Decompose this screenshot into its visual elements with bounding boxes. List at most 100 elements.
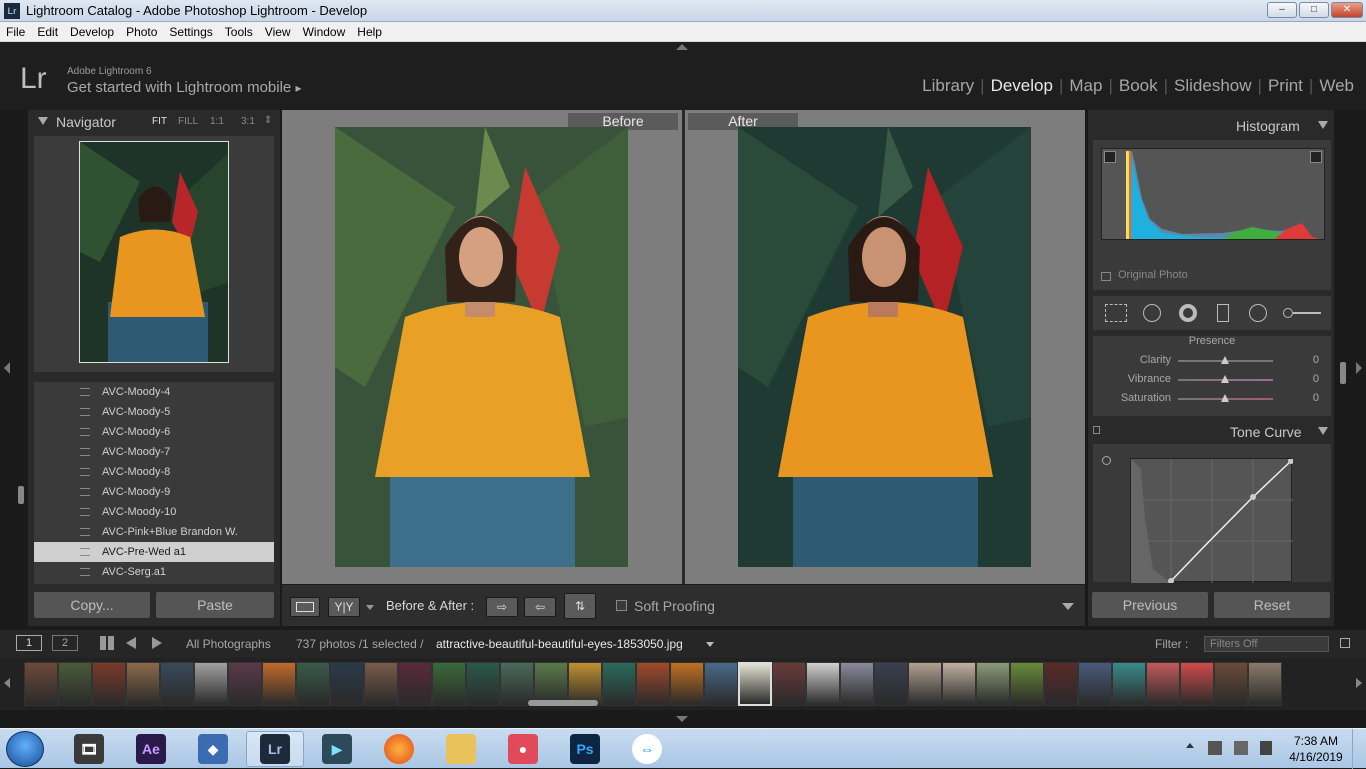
tone-curve-graph[interactable] bbox=[1130, 458, 1294, 584]
reset-button[interactable]: Reset bbox=[1214, 592, 1330, 618]
menu-settings[interactable]: Settings bbox=[163, 22, 218, 40]
tone-curve-toggle[interactable] bbox=[1093, 426, 1100, 434]
show-desktop-button[interactable] bbox=[1352, 729, 1366, 769]
view-mode-dropdown-icon[interactable] bbox=[366, 605, 374, 610]
file-explorer-icon[interactable] bbox=[446, 734, 476, 764]
module-book[interactable]: Book bbox=[1113, 76, 1164, 95]
menu-view[interactable]: View bbox=[259, 22, 297, 40]
filmstrip-thumbnail[interactable] bbox=[704, 662, 738, 706]
clarity-slider-row[interactable]: Clarity 0 bbox=[1093, 352, 1331, 371]
filmstrip-thumbnail[interactable] bbox=[330, 662, 364, 706]
maximize-button[interactable]: □ bbox=[1299, 2, 1329, 18]
action-center-icon[interactable] bbox=[1208, 741, 1222, 755]
vibrance-thumb[interactable] bbox=[1221, 375, 1229, 383]
histogram-graph[interactable] bbox=[1101, 148, 1325, 240]
preset-item-selected[interactable]: AVC-Pre-Wed a1 bbox=[34, 542, 274, 562]
filmstrip-thumbnail[interactable] bbox=[24, 662, 58, 706]
filmstrip-thumbnail[interactable] bbox=[1112, 662, 1146, 706]
filmstrip-thumbnail[interactable] bbox=[1010, 662, 1044, 706]
original-photo-checkbox[interactable] bbox=[1101, 272, 1111, 281]
photoshop-icon[interactable]: Ps bbox=[570, 734, 600, 764]
saturation-thumb[interactable] bbox=[1221, 394, 1229, 402]
filmstrip-thumbnail[interactable] bbox=[160, 662, 194, 706]
collapse-left-arrow-icon[interactable] bbox=[4, 362, 10, 374]
module-print[interactable]: Print bbox=[1262, 76, 1309, 95]
filmstrip-left-arrow-icon[interactable] bbox=[4, 678, 10, 688]
filter-select[interactable]: Filters Off bbox=[1204, 636, 1329, 652]
right-panel-scrollbar[interactable] bbox=[1340, 362, 1346, 384]
preset-item[interactable]: AVC-Moody-4 bbox=[34, 382, 274, 402]
after-photo[interactable] bbox=[738, 127, 1031, 567]
lightroom-taskbar-button[interactable]: Lr bbox=[246, 731, 304, 767]
window-1-button[interactable]: 1 bbox=[16, 635, 42, 651]
graduated-filter-icon[interactable] bbox=[1217, 304, 1229, 322]
firefox-icon[interactable] bbox=[384, 734, 414, 764]
menu-window[interactable]: Window bbox=[297, 22, 352, 40]
preset-item[interactable]: AVC-Moody-6 bbox=[34, 422, 274, 442]
close-button[interactable]: ✕ bbox=[1331, 2, 1363, 18]
collapse-bottom-arrow-icon[interactable] bbox=[676, 716, 688, 722]
module-develop[interactable]: Develop bbox=[985, 76, 1059, 95]
filmstrip-thumbnail[interactable] bbox=[466, 662, 500, 706]
left-panel-scrollbar[interactable] bbox=[18, 486, 24, 504]
menu-file[interactable]: File bbox=[0, 22, 31, 40]
filmstrip-thumbnail[interactable] bbox=[976, 662, 1010, 706]
preset-item[interactable]: AVC-Moody-8 bbox=[34, 462, 274, 482]
filmstrip-thumbnail[interactable] bbox=[1146, 662, 1180, 706]
filmstrip-thumbnail[interactable] bbox=[670, 662, 704, 706]
clarity-value[interactable]: 0 bbox=[1313, 354, 1319, 366]
filmstrip-thumbnail[interactable] bbox=[806, 662, 840, 706]
filmstrip-thumbnail[interactable] bbox=[602, 662, 636, 706]
show-hidden-icons[interactable] bbox=[1186, 743, 1194, 748]
movie-maker-icon[interactable]: 🎞 bbox=[74, 734, 104, 764]
minimize-button[interactable]: – bbox=[1267, 2, 1297, 18]
grid-view-icon[interactable] bbox=[100, 636, 114, 650]
menu-help[interactable]: Help bbox=[351, 22, 388, 40]
vibrance-slider-row[interactable]: Vibrance 0 bbox=[1093, 371, 1331, 390]
menu-edit[interactable]: Edit bbox=[31, 22, 64, 40]
filmstrip-thumbnail[interactable] bbox=[772, 662, 806, 706]
menu-tools[interactable]: Tools bbox=[219, 22, 259, 40]
filmstrip-thumbnail[interactable] bbox=[636, 662, 670, 706]
preset-item[interactable]: AVC-Serg.a1 bbox=[34, 562, 274, 582]
network-icon[interactable] bbox=[1234, 741, 1248, 755]
previous-photo-icon[interactable] bbox=[126, 637, 136, 649]
filmstrip-thumbnail[interactable] bbox=[58, 662, 92, 706]
filmstrip-thumbnail[interactable] bbox=[126, 662, 160, 706]
navigator-thumbnail[interactable] bbox=[79, 141, 229, 363]
preset-item[interactable]: AVC-Moody-5 bbox=[34, 402, 274, 422]
menu-photo[interactable]: Photo bbox=[120, 22, 163, 40]
filmora-icon[interactable]: ▶ bbox=[322, 734, 352, 764]
filmstrip-right-arrow-icon[interactable] bbox=[1356, 678, 1362, 688]
preset-item[interactable]: AVC-Pink+Blue Brandon W. bbox=[34, 522, 274, 542]
loupe-view-button[interactable] bbox=[290, 597, 320, 617]
module-map[interactable]: Map bbox=[1063, 76, 1108, 95]
module-library[interactable]: Library bbox=[916, 76, 980, 95]
mobile-promo[interactable]: Get started with Lightroom mobile ▸ bbox=[67, 79, 301, 96]
clarity-thumb[interactable] bbox=[1221, 356, 1229, 364]
soft-proofing-checkbox[interactable] bbox=[616, 600, 627, 611]
saturation-slider-row[interactable]: Saturation 0 bbox=[1093, 390, 1331, 409]
filmstrip-thumbnail[interactable] bbox=[840, 662, 874, 706]
before-after-mode-button[interactable]: Y|Y bbox=[328, 597, 360, 617]
filmstrip-thumbnail[interactable] bbox=[1044, 662, 1078, 706]
preset-item[interactable]: AVC-Moody-10 bbox=[34, 502, 274, 522]
filename-dropdown-icon[interactable] bbox=[706, 642, 714, 647]
menu-develop[interactable]: Develop bbox=[64, 22, 120, 40]
zoom-1-1[interactable]: 1:1 bbox=[210, 116, 224, 127]
filmstrip-thumbnail[interactable] bbox=[194, 662, 228, 706]
filmstrip-thumbnail[interactable] bbox=[1214, 662, 1248, 706]
start-button[interactable] bbox=[6, 731, 44, 767]
crop-overlay-icon[interactable] bbox=[1105, 304, 1127, 322]
zoom-fit[interactable]: FIT bbox=[152, 116, 167, 127]
spot-removal-icon[interactable] bbox=[1143, 304, 1161, 322]
filmstrip-thumbnail[interactable] bbox=[942, 662, 976, 706]
collapse-tone-curve-icon[interactable] bbox=[1318, 427, 1328, 435]
filmstrip-thumbnail-selected[interactable] bbox=[738, 662, 772, 706]
filmstrip-thumbnail[interactable] bbox=[1248, 662, 1282, 706]
toolbar-content-menu-icon[interactable] bbox=[1062, 603, 1074, 610]
zoom-stepper-icon[interactable]: ⇕ bbox=[264, 115, 272, 126]
clock-time[interactable]: 7:38 AM bbox=[1288, 734, 1344, 748]
copy-settings-button[interactable]: Copy... bbox=[34, 592, 150, 618]
vibrance-value[interactable]: 0 bbox=[1313, 373, 1319, 385]
